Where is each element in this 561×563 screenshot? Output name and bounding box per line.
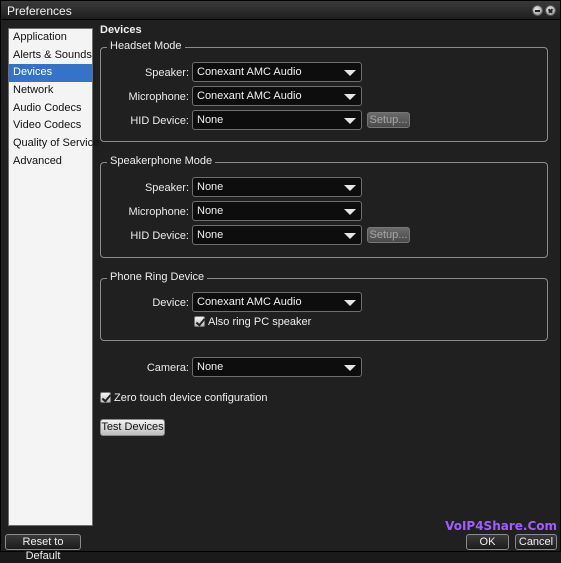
close-icon[interactable]	[545, 5, 556, 16]
ring-device-value: Conexant AMC Audio	[197, 296, 302, 308]
chevron-down-icon	[344, 209, 356, 215]
speakerphone-mode-legend: Speakerphone Mode	[107, 155, 216, 167]
sidebar-item-video-codecs[interactable]: Video Codecs	[9, 117, 92, 135]
chevron-down-icon	[344, 94, 356, 100]
chevron-down-icon	[344, 118, 356, 124]
zero-touch-checkbox[interactable]	[100, 392, 111, 403]
speakerphone-speaker-select[interactable]: None	[192, 177, 362, 197]
headset-microphone-label: Microphone:	[128, 91, 189, 103]
ring-device-select[interactable]: Conexant AMC Audio	[192, 292, 362, 312]
chevron-down-icon	[344, 70, 356, 76]
camera-value: None	[197, 361, 224, 373]
also-ring-pc-speaker-checkbox[interactable]	[194, 316, 205, 327]
also-ring-pc-speaker-label: Also ring PC speaker	[208, 316, 312, 328]
headset-hid-select[interactable]: None	[192, 110, 362, 130]
speakerphone-hid-label: HID Device:	[130, 230, 189, 242]
camera-select[interactable]: None	[192, 357, 362, 377]
ring-device-label: Device:	[152, 297, 189, 309]
cancel-button[interactable]: Cancel	[515, 534, 557, 550]
headset-hid-label: HID Device:	[130, 115, 189, 127]
speakerphone-microphone-value: None	[197, 205, 224, 217]
zero-touch-label: Zero touch device configuration	[114, 392, 268, 404]
preferences-sidebar: Application Alerts & Sounds Devices Netw…	[8, 28, 99, 526]
ok-button[interactable]: OK	[466, 534, 509, 550]
chevron-down-icon	[344, 185, 356, 191]
speakerphone-hid-select[interactable]: None	[192, 225, 362, 245]
sidebar-item-alerts-sounds[interactable]: Alerts & Sounds	[9, 47, 92, 65]
sidebar-item-network[interactable]: Network	[9, 82, 92, 100]
sidebar-item-advanced[interactable]: Advanced	[9, 153, 92, 171]
speakerphone-setup-button[interactable]: Setup...	[367, 227, 410, 243]
headset-speaker-label: Speaker:	[144, 67, 189, 79]
sidebar-item-application[interactable]: Application	[9, 29, 92, 47]
preferences-window: Preferences Application Alerts & Sounds …	[0, 0, 561, 562]
page-title: Devices	[100, 24, 142, 36]
window-title: Preferences	[7, 4, 72, 18]
phone-ring-device-legend: Phone Ring Device	[107, 271, 208, 283]
speakerphone-microphone-label: Microphone:	[128, 206, 189, 218]
speakerphone-speaker-value: None	[197, 181, 224, 193]
title-bar[interactable]: Preferences	[1, 1, 560, 20]
test-devices-button[interactable]: Test Devices	[100, 419, 165, 436]
headset-microphone-value: Conexant AMC Audio	[197, 90, 302, 102]
headset-speaker-select[interactable]: Conexant AMC Audio	[192, 62, 362, 82]
headset-speaker-value: Conexant AMC Audio	[197, 66, 302, 78]
chevron-down-icon	[344, 365, 356, 371]
reset-to-default-button[interactable]: Reset to Default	[5, 534, 81, 562]
camera-label: Camera:	[146, 362, 189, 374]
sidebar-item-devices[interactable]: Devices	[9, 64, 92, 83]
sidebar-item-quality-of-service[interactable]: Quality of Service	[9, 135, 99, 153]
headset-mode-legend: Headset Mode	[107, 40, 185, 52]
headset-hid-value: None	[197, 114, 224, 126]
headset-setup-button[interactable]: Setup...	[367, 112, 410, 128]
speakerphone-microphone-select[interactable]: None	[192, 201, 362, 221]
chevron-down-icon	[344, 300, 356, 306]
minimize-icon[interactable]	[532, 5, 543, 16]
sidebar-item-audio-codecs[interactable]: Audio Codecs	[9, 100, 92, 118]
speakerphone-hid-value: None	[197, 229, 224, 241]
headset-microphone-select[interactable]: Conexant AMC Audio	[192, 86, 362, 106]
speakerphone-speaker-label: Speaker:	[144, 182, 189, 194]
chevron-down-icon	[344, 233, 356, 239]
